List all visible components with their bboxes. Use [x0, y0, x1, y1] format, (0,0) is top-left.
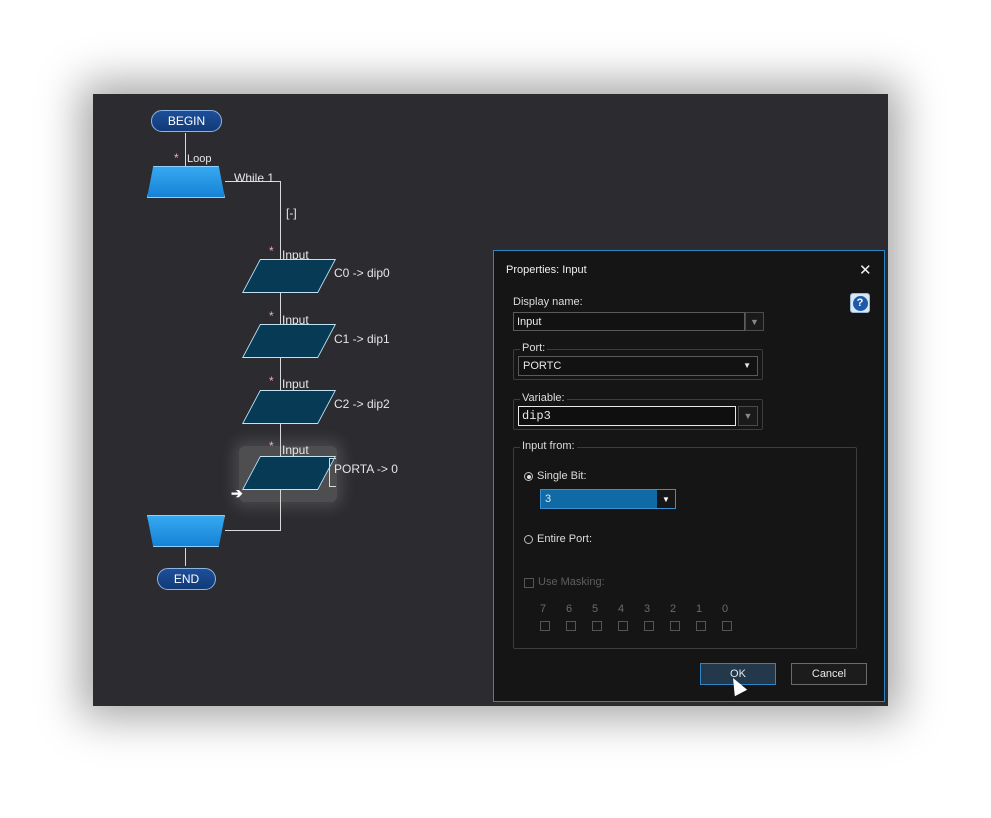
input-star-icon: * — [269, 439, 274, 453]
close-icon[interactable]: ✕ — [859, 261, 872, 279]
display-name-label: Display name: — [513, 296, 583, 308]
display-name-input[interactable]: Input — [513, 312, 745, 331]
port-select-value: PORTC — [523, 360, 562, 372]
input-name-label: Input — [282, 443, 309, 457]
use-masking-label: Use Masking: — [538, 576, 605, 588]
port-label: Port: — [520, 342, 548, 354]
loop-star-icon: * — [174, 151, 179, 165]
input-mapping-label: C1 -> dip1 — [334, 332, 390, 346]
bit-checkbox[interactable] — [566, 621, 576, 631]
loop-collapse-toggle[interactable]: [-] — [286, 206, 297, 220]
entire-port-label[interactable]: Entire Port: — [537, 533, 592, 545]
dialog-title: Properties: Input — [506, 264, 587, 276]
single-bit-label[interactable]: Single Bit: — [537, 470, 587, 482]
cancel-button[interactable]: Cancel — [791, 663, 867, 685]
single-bit-dropdown-button[interactable]: ▼ — [657, 490, 675, 508]
insert-arrow-icon: ➔ — [231, 485, 243, 501]
bit-checkbox[interactable] — [592, 621, 602, 631]
end-terminal[interactable]: END — [157, 568, 216, 590]
single-bit-value: 3 — [545, 493, 552, 505]
help-button[interactable]: ? — [850, 293, 870, 313]
entire-port-radio[interactable] — [524, 535, 533, 544]
loop-condition-label: While 1 — [234, 171, 275, 185]
bit-number: 1 — [696, 603, 703, 615]
app-window: BEGIN * Loop While 1 [-] * Input C0 -> d… — [93, 94, 888, 706]
bit-checkbox[interactable] — [644, 621, 654, 631]
input-from-label: Input from: — [520, 440, 577, 452]
input-name-label: Input — [282, 377, 309, 391]
single-bit-radio[interactable] — [524, 472, 533, 481]
input-mapping-label: PORTA -> 0 — [334, 462, 398, 476]
variable-label: Variable: — [520, 392, 567, 404]
bit-number: 5 — [592, 603, 599, 615]
input-star-icon: * — [269, 374, 274, 388]
variable-input[interactable]: dip3 — [518, 406, 736, 426]
bit-checkbox[interactable] — [618, 621, 628, 631]
bit-number: 7 — [540, 603, 547, 615]
wire — [185, 133, 186, 170]
use-masking-checkbox[interactable] — [524, 578, 534, 588]
single-bit-select[interactable]: 3 — [540, 489, 676, 509]
bit-number: 3 — [644, 603, 651, 615]
input-mapping-label: C2 -> dip2 — [334, 397, 390, 411]
bit-number: 2 — [670, 603, 677, 615]
variable-dropdown-button[interactable]: ▼ — [738, 406, 758, 426]
input-block[interactable] — [241, 259, 337, 293]
bit-number: 0 — [722, 603, 729, 615]
chevron-down-icon: ▼ — [743, 361, 751, 370]
bit-checkbox[interactable] — [540, 621, 550, 631]
help-icon: ? — [852, 295, 868, 311]
input-block[interactable] — [241, 390, 337, 424]
input-star-icon: * — [269, 244, 274, 258]
wire — [185, 548, 186, 566]
wire — [225, 530, 281, 531]
display-name-dropdown-button[interactable]: ▼ — [745, 312, 764, 331]
input-star-icon: * — [269, 309, 274, 323]
loop-start-block[interactable] — [147, 166, 225, 198]
input-block[interactable] — [241, 324, 337, 358]
properties-dialog: Properties: Input ✕ ? Display name: Inpu… — [493, 250, 885, 702]
begin-terminal[interactable]: BEGIN — [151, 110, 222, 132]
port-select[interactable]: PORTC ▼ — [518, 356, 758, 376]
bit-checkbox[interactable] — [670, 621, 680, 631]
input-mapping-label: C0 -> dip0 — [334, 266, 390, 280]
bit-number: 4 — [618, 603, 625, 615]
loop-name-label: Loop — [187, 153, 212, 165]
bit-checkbox[interactable] — [722, 621, 732, 631]
loop-end-block[interactable] — [147, 515, 225, 547]
bit-checkbox[interactable] — [696, 621, 706, 631]
bit-number: 6 — [566, 603, 573, 615]
